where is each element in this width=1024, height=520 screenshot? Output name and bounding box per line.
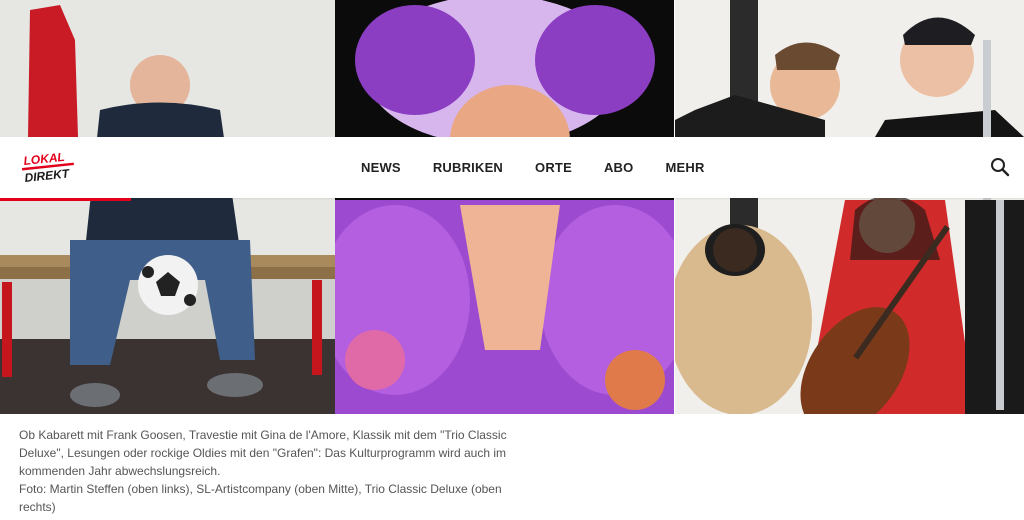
photo-trio-classic-deluxe <box>675 0 1024 414</box>
lokaldirekt-logo[interactable]: LOKAL DIREKT <box>20 149 80 185</box>
nav-item-news[interactable]: NEWS <box>345 160 417 175</box>
nav-item-orte[interactable]: ORTE <box>519 160 588 175</box>
caption-photo-credit: Foto: Martin Steffen (oben links), SL-Ar… <box>19 482 502 514</box>
progress-accent-line <box>0 198 131 201</box>
main-navigation: NEWS RUBRIKEN ORTE ABO MEHR <box>345 137 721 198</box>
photo-collage <box>0 0 1024 414</box>
photo-frank-goosen <box>0 0 335 414</box>
site-header: LOKAL DIREKT NEWS RUBRIKEN ORTE ABO MEHR <box>0 137 1024 198</box>
photo-gina-de-lamore <box>335 0 674 414</box>
image-caption: Ob Kabarett mit Frank Goosen, Travestie … <box>19 426 509 516</box>
nav-item-rubriken[interactable]: RUBRIKEN <box>417 160 519 175</box>
nav-item-abo[interactable]: ABO <box>588 160 650 175</box>
nav-item-mehr[interactable]: MEHR <box>649 160 720 175</box>
logo-mark: LOKAL DIREKT <box>22 150 74 185</box>
caption-text: Ob Kabarett mit Frank Goosen, Travestie … <box>19 428 507 478</box>
search-icon[interactable] <box>990 157 1010 177</box>
